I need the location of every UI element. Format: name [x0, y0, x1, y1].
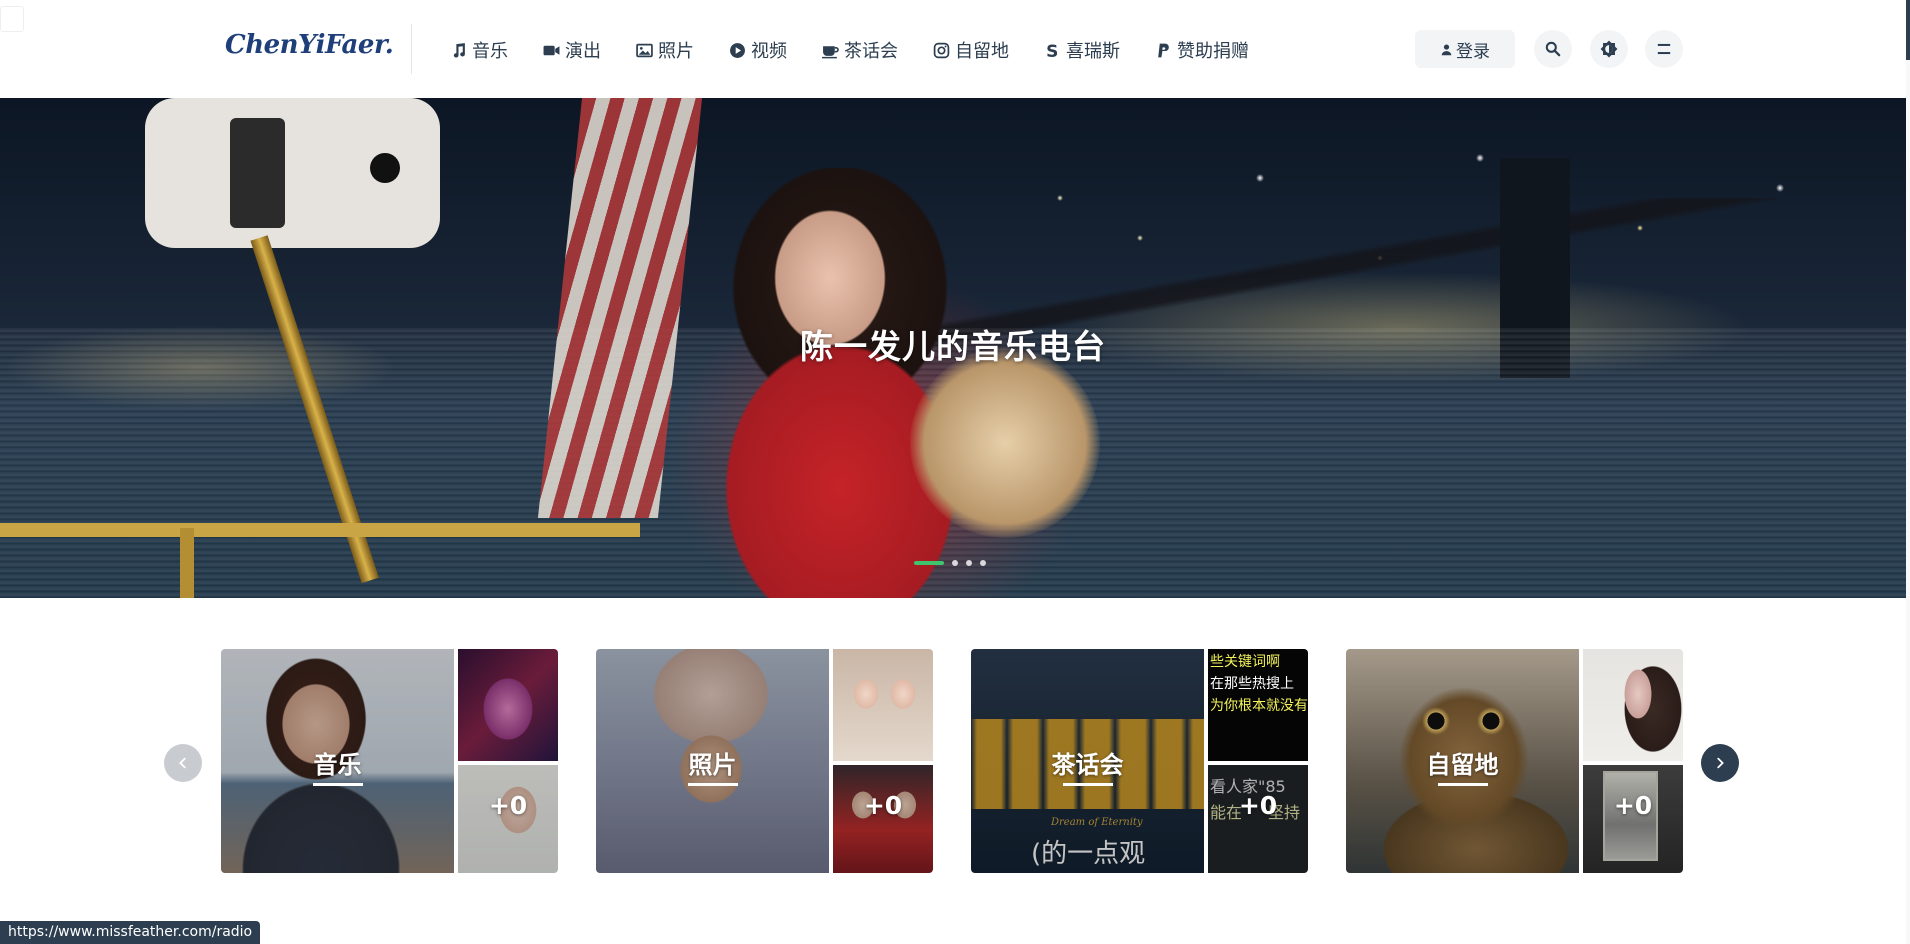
boat-railing: [0, 523, 640, 537]
phone-clip: [230, 118, 285, 228]
nav-label: 演出: [565, 41, 601, 62]
logo-divider: [411, 24, 412, 74]
chevron-right-icon: [1717, 757, 1724, 769]
nav-item-photos[interactable]: 照片: [636, 36, 694, 64]
svg-text:S: S: [1046, 42, 1058, 59]
slide-dot[interactable]: [980, 560, 986, 566]
nav-label: 音乐: [472, 41, 508, 62]
coffee-cup-icon: [822, 42, 839, 59]
fur-hood: [910, 348, 1100, 538]
music-note-icon: [450, 42, 467, 59]
nav-label: 喜瑞斯: [1066, 41, 1120, 62]
card-more-count: +0: [863, 791, 903, 820]
site-header: ChenYiFaer. 音乐 演出 照片 视频 茶话会 自留地 S 喜瑞斯 赞助…: [0, 0, 1906, 98]
scrollbar-track[interactable]: [1906, 0, 1910, 944]
card-label-underline: [1063, 783, 1113, 786]
card-thumb-1: [458, 649, 558, 761]
card-more-count: +0: [1613, 791, 1653, 820]
card-label-underline: [688, 783, 738, 786]
subtitle-line: 在那些热搜上: [1210, 676, 1294, 692]
category-card-music[interactable]: 音乐 +0: [221, 649, 558, 873]
nav-item-garden[interactable]: 自留地: [933, 36, 1009, 64]
category-card-garden[interactable]: 自留地 +0: [1346, 649, 1683, 873]
card-thumb-1: 些关键词啊 在那些热搜上 为你根本就没有: [1208, 649, 1308, 761]
paypal-icon: [1155, 42, 1172, 59]
s-letter-icon: S: [1044, 42, 1061, 59]
nav-label: 自留地: [955, 41, 1009, 62]
hero-banner[interactable]: 陈一发儿的音乐电台: [0, 98, 1906, 598]
brightness-icon: [1600, 40, 1618, 58]
search-icon: [1545, 41, 1561, 57]
theme-toggle-button[interactable]: [1590, 30, 1628, 68]
nav-label: 赞助捐赠: [1177, 41, 1249, 62]
site-logo[interactable]: ChenYiFaer.: [225, 30, 394, 60]
slide-indicators: [914, 560, 986, 566]
category-card-photos[interactable]: 照片 +0: [596, 649, 933, 873]
card-label-underline: [1438, 783, 1488, 786]
nav-item-tea-party[interactable]: 茶话会: [822, 36, 898, 64]
subtitle-line: 为你根本就没有: [1210, 698, 1308, 714]
nav-item-music[interactable]: 音乐: [450, 36, 508, 64]
user-icon: [1441, 43, 1452, 55]
play-circle-icon: [729, 42, 746, 59]
hero-title: 陈一发儿的音乐电台: [800, 327, 1106, 366]
card-label: 照片: [688, 751, 737, 779]
nav-item-shows[interactable]: 演出: [543, 36, 601, 64]
card-label: 茶话会: [1051, 751, 1124, 779]
chevron-left-icon: [179, 757, 186, 769]
category-card-tea-party[interactable]: Dream of Eternity (的一点观 些关键词啊 在那些热搜上 为你根…: [971, 649, 1308, 873]
status-bar-url: https://www.missfeather.com/radio: [0, 921, 261, 944]
carousel-next-button[interactable]: [1701, 744, 1739, 782]
card-more-count: +0: [488, 791, 528, 820]
menu-icon: [1657, 43, 1671, 55]
subtitle-line: 些关键词啊: [1210, 654, 1280, 670]
slide-dot[interactable]: [952, 560, 958, 566]
image-icon: [636, 42, 653, 59]
search-button[interactable]: [1534, 30, 1572, 68]
login-button[interactable]: 登录: [1415, 30, 1515, 68]
nav-item-videos[interactable]: 视频: [729, 36, 787, 64]
scrollbar-thumb[interactable]: [1906, 0, 1910, 60]
page: ChenYiFaer. 音乐 演出 照片 视频 茶话会 自留地 S 喜瑞斯 赞助…: [0, 0, 1910, 944]
nav-label: 视频: [751, 41, 787, 62]
card-label-underline: [313, 783, 363, 786]
carousel-prev-button[interactable]: [164, 744, 202, 782]
nav-item-donate[interactable]: 赞助捐赠: [1155, 36, 1249, 64]
menu-button[interactable]: [1645, 30, 1683, 68]
main-nav: 音乐 演出 照片 视频 茶话会 自留地 S 喜瑞斯 赞助捐赠: [450, 36, 1284, 64]
login-label: 登录: [1456, 41, 1490, 62]
card-thumb-1: [833, 649, 933, 761]
slide-dot-active[interactable]: [914, 561, 944, 565]
instagram-icon: [933, 42, 950, 59]
video-camera-icon: [543, 42, 560, 59]
card-label: 自留地: [1426, 751, 1499, 779]
phone-lens: [370, 153, 400, 183]
card-thumb-1: [1583, 649, 1683, 761]
nav-label: 照片: [658, 41, 694, 62]
nav-item-cheers[interactable]: S 喜瑞斯: [1044, 36, 1120, 64]
boat-railing-post: [180, 528, 194, 598]
nav-label: 茶话会: [844, 41, 898, 62]
card-more-count: +0: [1238, 791, 1278, 820]
checkbox-placeholder[interactable]: [0, 6, 24, 32]
slide-dot[interactable]: [966, 560, 972, 566]
card-label: 音乐: [313, 751, 362, 779]
